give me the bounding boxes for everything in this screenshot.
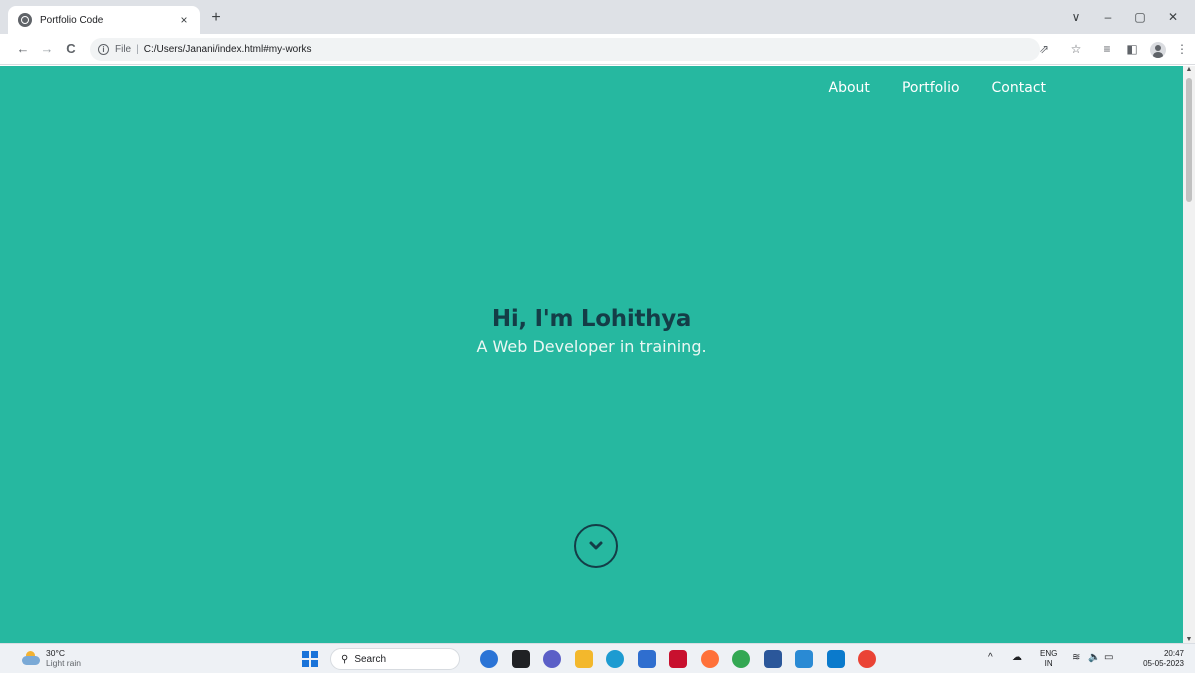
back-button[interactable]: ← [14, 41, 32, 56]
store-icon[interactable] [637, 650, 656, 668]
bing-chat-icon[interactable] [480, 650, 498, 668]
profile-avatar[interactable] [1150, 42, 1166, 58]
minimize-button[interactable]: – [1093, 10, 1123, 24]
page-viewport: About Portfolio Contact Hi, I'm Lohithya… [0, 66, 1183, 643]
nav-link-about[interactable]: About [829, 80, 870, 96]
restore-button[interactable]: ▢ [1125, 10, 1155, 24]
search-icon: ⚲ [341, 653, 349, 665]
teams-icon[interactable] [543, 650, 561, 668]
clock[interactable]: 20:47 05-05-2023 [1120, 649, 1184, 669]
windows-taskbar: 30°C Light rain ⚲ Search ^ ☁ ENG IN ≋ 🔈 … [0, 643, 1195, 673]
start-button[interactable] [302, 651, 318, 667]
url-text[interactable]: C:/Users/Janani/index.html#my-works [144, 44, 312, 55]
new-tab-button[interactable]: + [206, 9, 226, 27]
hero-subheading: A Web Developer in training. [476, 337, 707, 356]
tab-search-icon[interactable]: ∨ [1061, 10, 1091, 24]
word-icon[interactable] [763, 650, 782, 668]
url-scheme: File [115, 44, 132, 55]
side-panel-icon[interactable]: ◧ [1124, 42, 1140, 56]
bookmark-star-icon[interactable]: ☆ [1068, 42, 1084, 56]
weather-temp: 30°C [46, 648, 65, 658]
nav-link-contact[interactable]: Contact [992, 80, 1046, 96]
url-separator: | [136, 44, 139, 55]
reading-list-icon[interactable]: ≡ [1099, 42, 1115, 56]
edge-icon[interactable] [606, 650, 624, 668]
hero-section: Hi, I'm Lohithya A Web Developer in trai… [0, 306, 1183, 356]
chrome-alt-icon[interactable] [858, 650, 876, 668]
menu-icon[interactable]: ⋮ [1174, 42, 1190, 56]
scroll-down-button[interactable] [574, 524, 618, 568]
language-indicator[interactable]: ENG IN [1040, 649, 1057, 669]
site-nav: About Portfolio Contact [797, 80, 1183, 96]
forward-button[interactable]: → [38, 41, 56, 56]
address-bar-row: ← → C i File | C:/Users/Janani/index.htm… [0, 34, 1195, 65]
weather-widget[interactable]: 30°C Light rain [22, 648, 81, 668]
weather-icon [22, 651, 40, 665]
tab-title: Portfolio Code [40, 14, 104, 26]
onedrive-icon[interactable]: ☁ [1012, 653, 1022, 663]
browser-tab-bar: Portfolio Code × + ∨ – ▢ ✕ [0, 0, 1195, 34]
wifi-icon[interactable]: ≋ [1072, 653, 1080, 663]
hero-heading: Hi, I'm Lohithya [491, 306, 692, 332]
globe-icon [18, 13, 32, 27]
taskbar-search[interactable]: ⚲ Search [330, 648, 460, 670]
clock-date: 05-05-2023 [1143, 659, 1184, 668]
mcafee-icon[interactable] [669, 650, 687, 668]
search-label: Search [354, 653, 387, 665]
vscode-icon[interactable] [826, 650, 845, 668]
task-view-icon[interactable] [511, 650, 530, 668]
scroll-down-arrow-icon[interactable]: ▼ [1183, 636, 1195, 643]
reload-button[interactable]: C [62, 41, 80, 56]
scroll-up-arrow-icon[interactable]: ▲ [1183, 66, 1195, 73]
chevron-down-icon [589, 541, 603, 550]
photos-icon[interactable] [795, 650, 813, 668]
info-icon[interactable]: i [98, 44, 109, 55]
nav-link-portfolio[interactable]: Portfolio [902, 80, 960, 96]
chrome-icon[interactable] [732, 650, 750, 668]
address-bar[interactable]: i File | C:/Users/Janani/index.html#my-w… [90, 38, 1040, 61]
battery-icon[interactable]: ▭ [1104, 653, 1113, 663]
browser-tab[interactable]: Portfolio Code × [8, 6, 200, 34]
share-icon[interactable]: ⇗ [1036, 42, 1052, 56]
firefox-icon[interactable] [700, 650, 719, 668]
scrollbar-thumb[interactable] [1186, 78, 1192, 202]
clock-time: 20:47 [1163, 649, 1184, 658]
volume-icon[interactable]: 🔈 [1088, 653, 1100, 663]
tab-close-icon[interactable]: × [176, 13, 192, 27]
show-hidden-icons-icon[interactable]: ^ [988, 653, 993, 663]
file-explorer-icon[interactable] [574, 650, 593, 668]
close-window-button[interactable]: ✕ [1158, 10, 1188, 24]
page-scrollbar[interactable]: ▲ ▼ [1183, 66, 1195, 643]
weather-condition: Light rain [46, 658, 81, 668]
